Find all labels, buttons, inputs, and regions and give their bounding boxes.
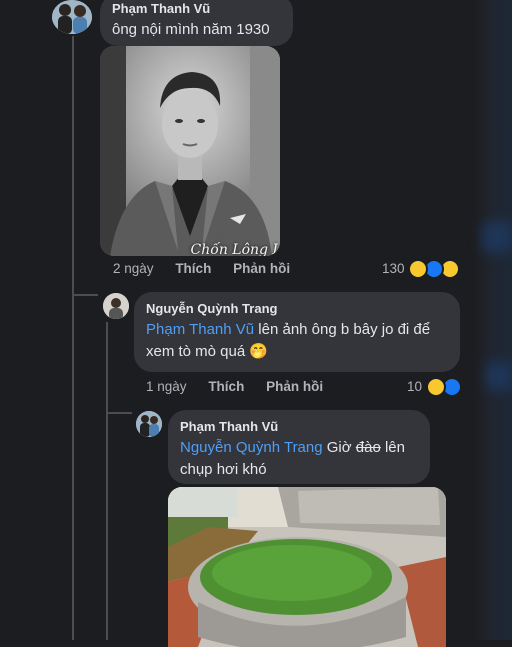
comment-photo[interactable] xyxy=(168,487,446,647)
comment-bubble[interactable]: Phạm Thanh Vũ Nguyễn Quỳnh Trang Giờ đào… xyxy=(168,410,430,484)
comment-text: Phạm Thanh Vũ lên ảnh ông b bây jo đi để xyxy=(146,321,431,338)
thread-line-main xyxy=(72,36,74,640)
mention-link[interactable]: Nguyễn Quỳnh Trang xyxy=(180,439,323,456)
comment-text: ông nội mình năm 1930 xyxy=(112,21,270,38)
reaction-count[interactable]: 10 xyxy=(407,379,422,394)
mention-link[interactable]: Phạm Thanh Vũ xyxy=(146,321,254,338)
portrait-image xyxy=(100,46,280,256)
comment-author[interactable]: Phạm Thanh Vũ xyxy=(112,1,281,16)
reply-button[interactable]: Phản hồi xyxy=(233,261,290,276)
edge-glow xyxy=(486,362,512,390)
comment-bubble[interactable]: Phạm Thanh Vũ ông nội mình năm 1930 xyxy=(100,0,293,46)
comment-text-line2: chụp hơi khó xyxy=(180,461,267,478)
strikethrough-text: đào xyxy=(355,439,381,456)
comment-author[interactable]: Nguyễn Quỳnh Trang xyxy=(146,301,448,316)
comment-time[interactable]: 2 ngày xyxy=(113,261,154,276)
comment-meta: 1 ngày Thích Phản hồi xyxy=(146,379,323,394)
comment-time[interactable]: 1 ngày xyxy=(146,379,187,394)
like-button[interactable]: Thích xyxy=(208,379,244,394)
reply-button[interactable]: Phản hồi xyxy=(266,379,323,394)
haha-reaction-icon[interactable] xyxy=(426,377,446,397)
edge-blur-background xyxy=(474,0,512,640)
avatar-couple-icon xyxy=(52,0,92,34)
avatar-person-icon xyxy=(103,293,129,319)
avatar[interactable] xyxy=(136,411,162,437)
haha-reaction-icon[interactable] xyxy=(408,259,428,279)
comment-author[interactable]: Phạm Thanh Vũ xyxy=(180,419,418,434)
edge-glow xyxy=(482,222,512,252)
comment-text: Nguyễn Quỳnh Trang Giờ đào lên xyxy=(180,439,405,456)
like-button[interactable]: Thích xyxy=(175,261,211,276)
comment-photo[interactable]: Chốn Lông Lày xyxy=(100,46,280,256)
thread-line-branch-2 xyxy=(106,412,132,414)
thread-line-reply xyxy=(106,322,108,640)
avatar[interactable] xyxy=(103,293,129,319)
comment-bubble[interactable]: Nguyễn Quỳnh Trang Phạm Thanh Vũ lên ảnh… xyxy=(134,292,460,372)
comment-text-line2: xem tò mò quá 🤭 xyxy=(146,343,269,360)
photo-watermark: Chốn Lông Lày xyxy=(190,242,280,256)
tomb-image xyxy=(168,487,446,647)
avatar-couple-icon xyxy=(136,411,162,437)
comment-meta: 2 ngày Thích Phản hồi xyxy=(113,261,290,276)
thread-line-branch-1 xyxy=(72,294,98,296)
avatar[interactable] xyxy=(52,0,92,34)
reaction-count[interactable]: 130 xyxy=(382,261,405,276)
